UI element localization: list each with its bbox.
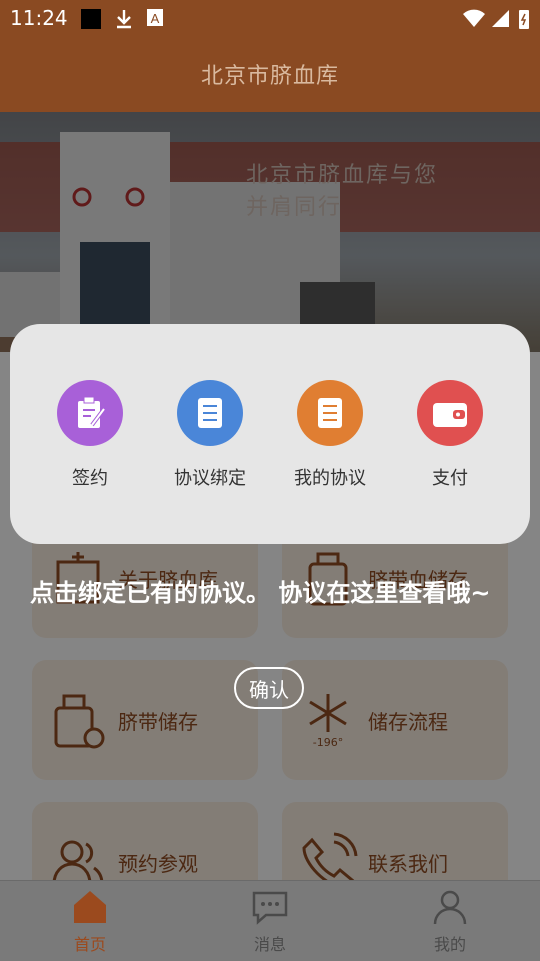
wifi-icon (462, 8, 486, 33)
tab-messages[interactable]: 消息 (210, 881, 330, 961)
guide-tip-text: 点击绑定已有的协议。 协议在这里查看哦~ (30, 579, 491, 607)
action-label: 我的协议 (294, 468, 366, 489)
svg-text:A: A (151, 11, 160, 26)
tab-home[interactable]: 首页 (30, 881, 150, 961)
action-bind-agreement[interactable]: 协议绑定 (160, 380, 260, 490)
status-bar: 11:24 A (0, 0, 540, 36)
app-title-bar: 北京市脐血库 (0, 36, 540, 112)
bottom-tab-bar: 首页 消息 我的 (0, 880, 540, 961)
action-my-agreements[interactable]: 我的协议 (280, 380, 380, 490)
tab-label: 我的 (433, 935, 466, 954)
wallet-icon (417, 380, 483, 446)
action-payment[interactable]: 支付 (400, 380, 500, 490)
home-icon (74, 891, 106, 923)
tab-label: 消息 (253, 935, 286, 954)
document-icon (177, 380, 243, 446)
confirm-button[interactable]: 确认 (234, 667, 304, 709)
font-a-icon: A (146, 8, 164, 33)
user-icon (433, 890, 467, 925)
document-icon (297, 380, 363, 446)
download-icon (114, 8, 134, 35)
notification-square-icon (80, 8, 102, 35)
action-label: 支付 (432, 468, 468, 489)
page-title: 北京市脐血库 (200, 64, 339, 89)
action-label: 签约 (72, 468, 108, 489)
signal-icon (490, 8, 510, 33)
action-label: 协议绑定 (174, 468, 246, 489)
tab-label: 首页 (73, 935, 106, 954)
clipboard-pen-icon (57, 380, 123, 446)
battery-icon (518, 8, 530, 35)
action-sign-contract[interactable]: 签约 (40, 380, 140, 490)
message-icon (252, 891, 288, 925)
tab-profile[interactable]: 我的 (390, 881, 510, 961)
status-time: 11:24 (10, 6, 68, 30)
